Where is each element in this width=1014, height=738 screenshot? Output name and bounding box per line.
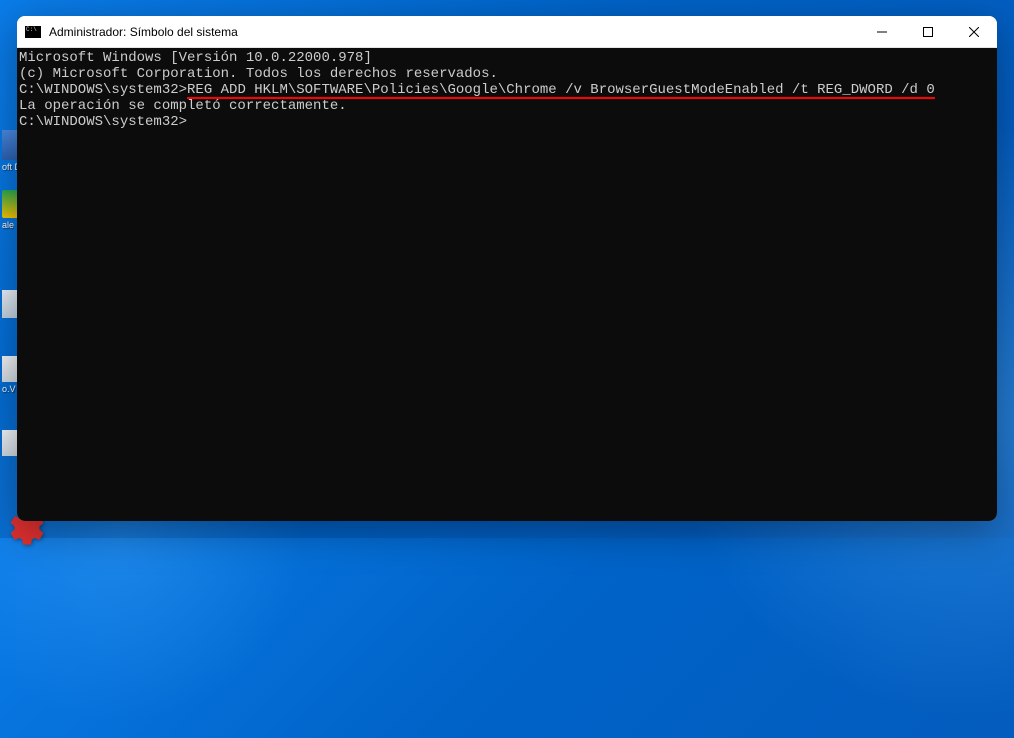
cmd-icon bbox=[25, 26, 41, 38]
titlebar[interactable]: Administrador: Símbolo del sistema bbox=[17, 16, 997, 48]
window-controls bbox=[859, 16, 997, 47]
terminal-line: Microsoft Windows [Versión 10.0.22000.97… bbox=[19, 50, 991, 66]
command-text: REG ADD HKLM\SOFTWARE\Policies\Google\Ch… bbox=[187, 82, 935, 98]
app-icon bbox=[2, 430, 18, 456]
window-title: Administrador: Símbolo del sistema bbox=[49, 25, 859, 39]
app-icon bbox=[2, 290, 18, 318]
terminal-line: La operación se completó correctamente. bbox=[19, 98, 991, 114]
cmd-window: Administrador: Símbolo del sistema Micro… bbox=[17, 16, 997, 521]
red-underline-annotation bbox=[187, 97, 935, 99]
terminal-line: (c) Microsoft Corporation. Todos los der… bbox=[19, 66, 991, 82]
prompt: C:\WINDOWS\system32> bbox=[19, 82, 187, 98]
app-icon bbox=[2, 190, 18, 218]
maximize-button[interactable] bbox=[905, 16, 951, 47]
desktop-icon-label: o.V bbox=[2, 384, 16, 394]
desktop-icon-label: ale bbox=[2, 220, 14, 230]
minimize-button[interactable] bbox=[859, 16, 905, 47]
app-icon bbox=[2, 130, 18, 160]
terminal-body[interactable]: Microsoft Windows [Versión 10.0.22000.97… bbox=[17, 48, 997, 521]
desktop-icon[interactable]: o.V bbox=[2, 356, 18, 404]
desktop-icon[interactable]: ale bbox=[2, 190, 18, 238]
terminal-prompt-line: C:\WINDOWS\system32> bbox=[19, 114, 991, 130]
highlighted-command: REG ADD HKLM\SOFTWARE\Policies\Google\Ch… bbox=[187, 82, 935, 98]
desktop-icon[interactable] bbox=[2, 430, 18, 478]
close-button[interactable] bbox=[951, 16, 997, 47]
desktop-icon[interactable]: oft D bbox=[2, 130, 18, 178]
app-icon bbox=[2, 356, 18, 382]
terminal-command-line: C:\WINDOWS\system32>REG ADD HKLM\SOFTWAR… bbox=[19, 82, 991, 98]
desktop-icon[interactable] bbox=[2, 290, 18, 338]
